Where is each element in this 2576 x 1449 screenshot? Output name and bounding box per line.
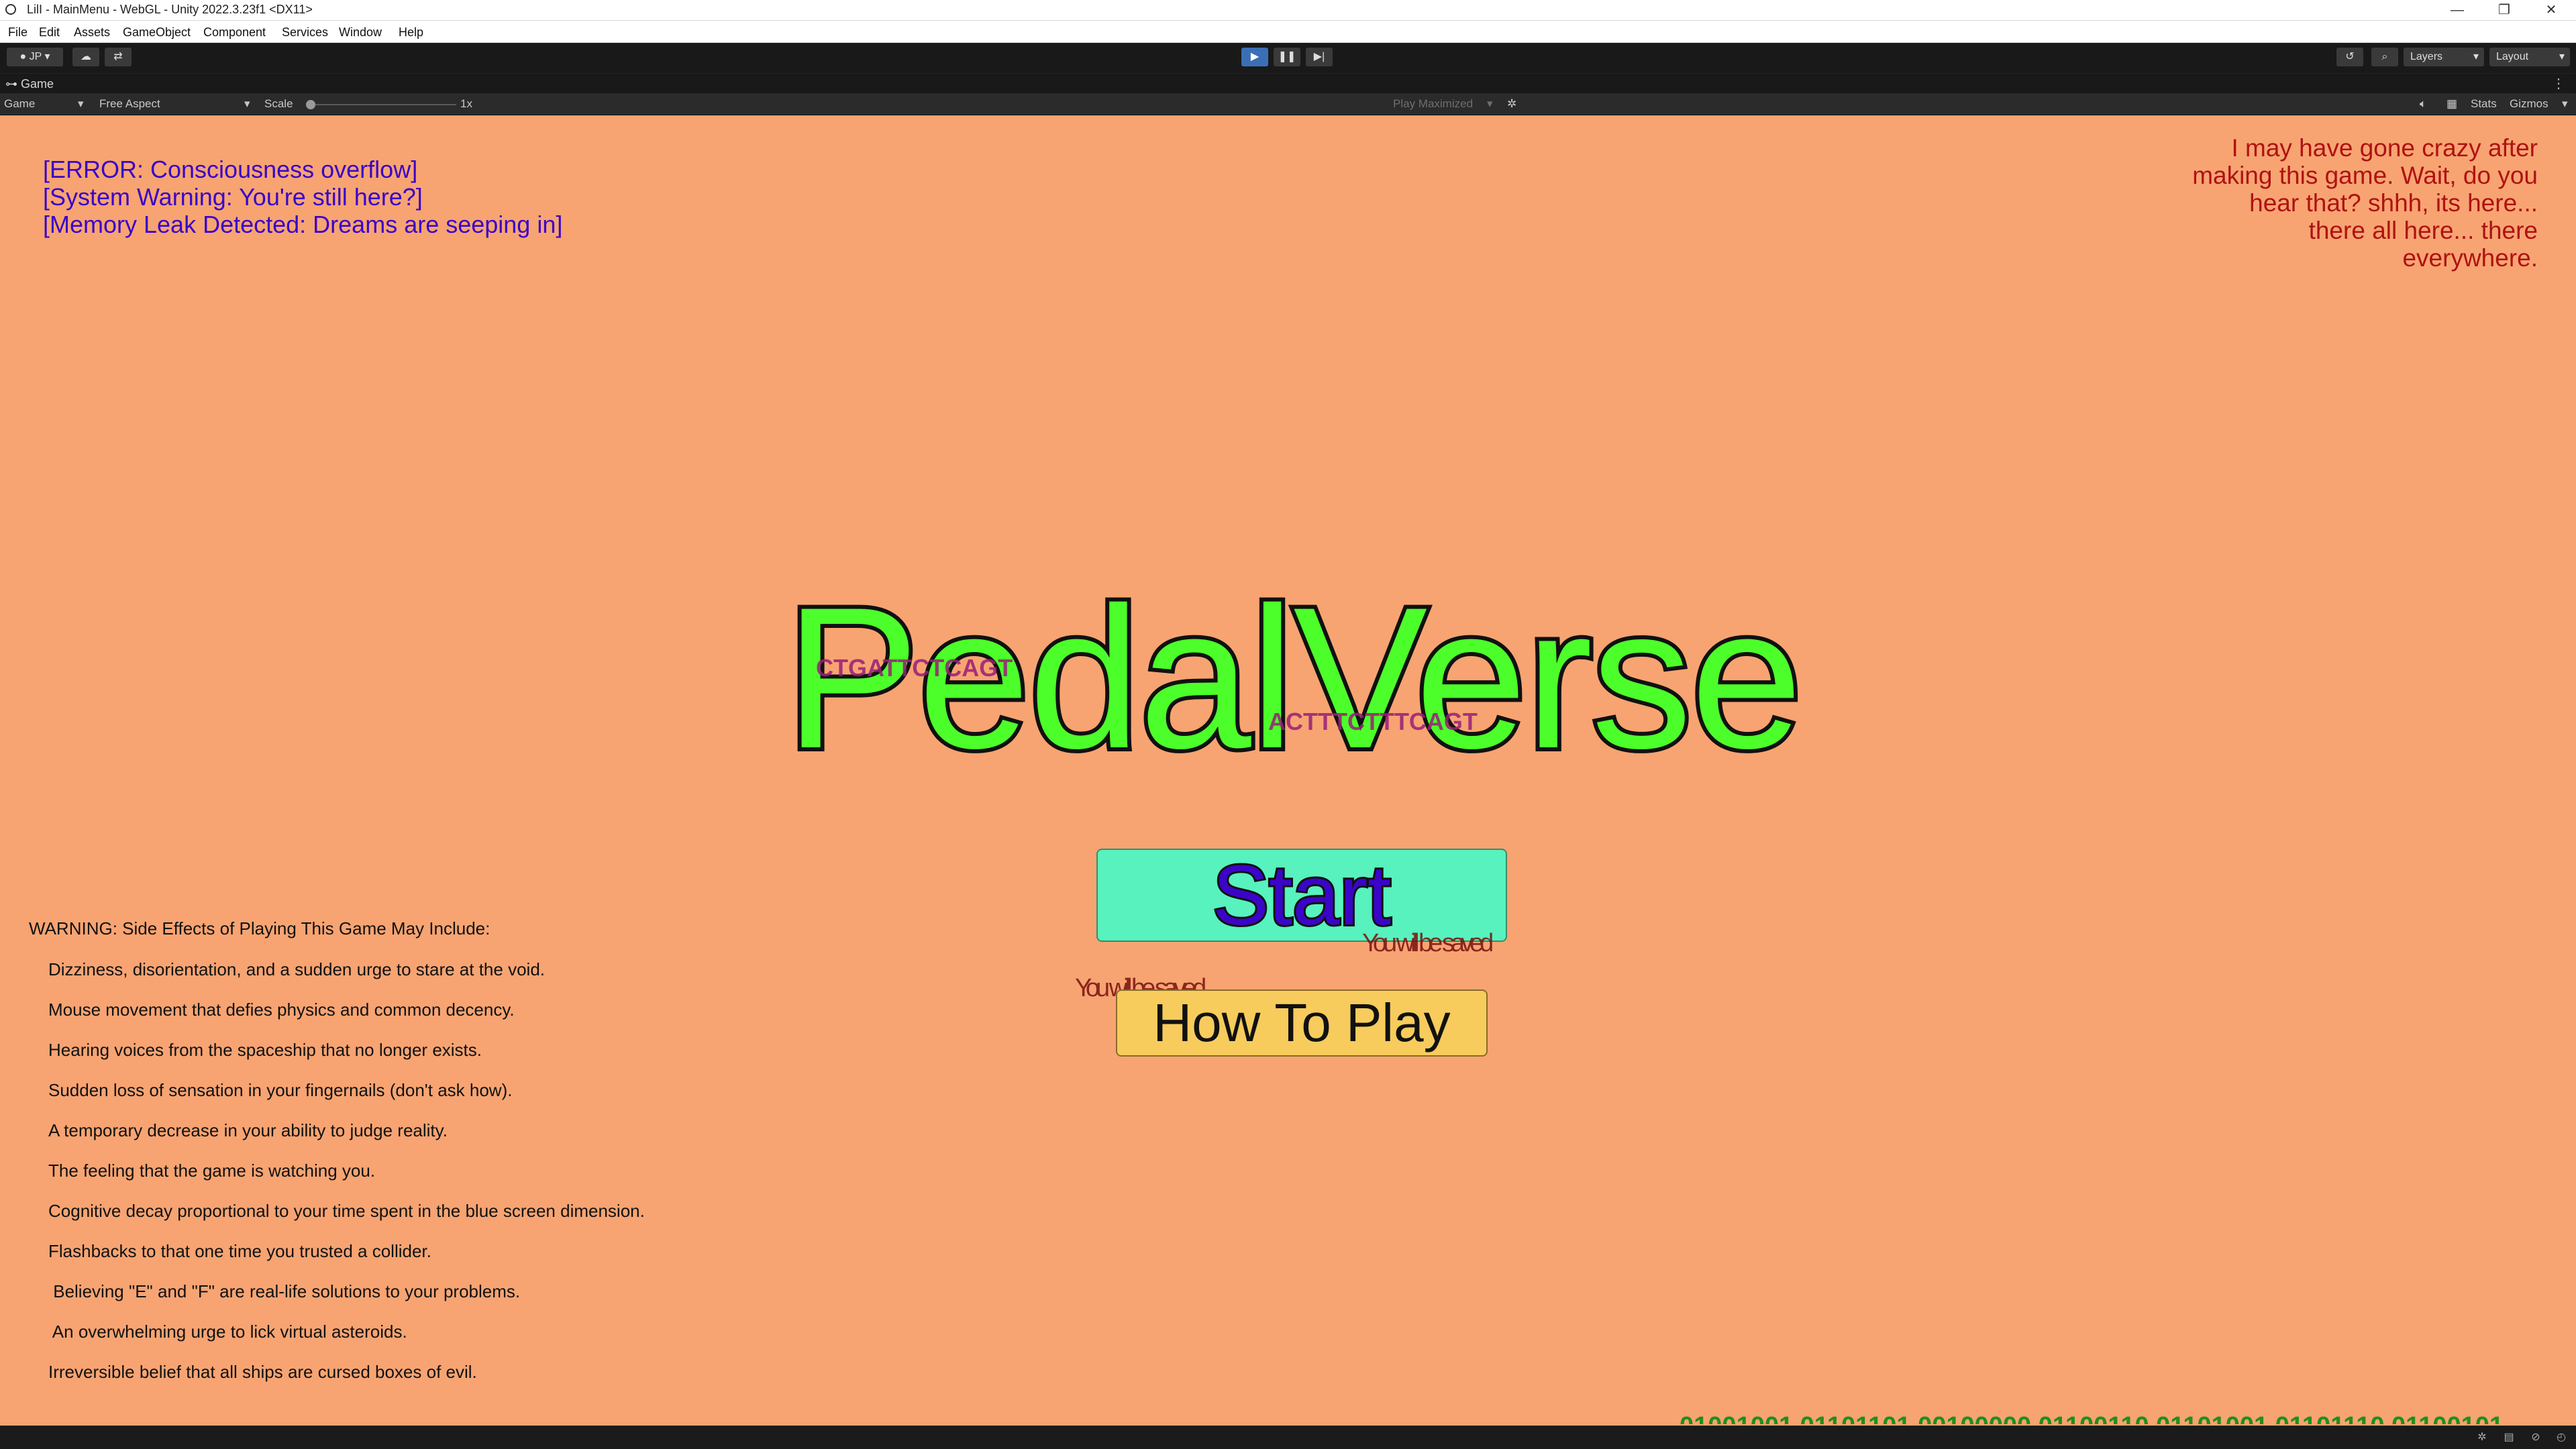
scale-label: Scale <box>264 97 293 110</box>
menu-services[interactable]: Services <box>282 25 328 40</box>
minimize-button[interactable]: — <box>2434 0 2481 20</box>
chevron-down-icon: ▾ <box>2562 97 2568 110</box>
warning-item: An overwhelming urge to lick virtual ast… <box>48 1322 407 1342</box>
menu-component[interactable]: Component <box>203 25 266 40</box>
chevron-down-icon: ▾ <box>1487 97 1493 110</box>
layout-dropdown[interactable]: Layout ▾ <box>2489 48 2570 66</box>
pause-button[interactable]: ❚❚ <box>1274 48 1300 66</box>
warning-item: Irreversible belief that all ships are c… <box>48 1362 477 1382</box>
account-label: JP <box>29 51 42 62</box>
aspect-dropdown[interactable]: Free Aspect <box>99 97 160 111</box>
chevron-down-icon: ▾ <box>78 97 84 110</box>
cloud-icon[interactable]: ☁ <box>72 48 99 66</box>
binary-text: 01001001 01101101 00100000 01100110 0110… <box>1680 1412 2504 1424</box>
how-to-play-button[interactable]: How To Play <box>1116 989 1488 1057</box>
play-button[interactable]: ▶ <box>1241 48 1268 66</box>
debug-icon[interactable]: ✲ <box>2476 1432 2488 1444</box>
dna-sequence-text: CTGATTCTCAGT <box>816 654 1013 682</box>
layout-label: Layout <box>2496 51 2529 62</box>
menu-edit[interactable]: Edit <box>39 25 60 40</box>
gamepad-icon: ⊶ <box>5 77 17 91</box>
account-button[interactable]: ● JP ▾ <box>7 48 63 66</box>
warning-item: Mouse movement that defies physics and c… <box>48 1000 515 1020</box>
memory-leak-message: [Memory Leak Detected: Dreams are seepin… <box>43 211 563 238</box>
chevron-down-icon: ▾ <box>2559 51 2565 62</box>
main-toolbar: ● JP ▾ ☁ ⇄ ▶ ❚❚ ▶| ↺ ⌕ Layers ▾ Layout ▾ <box>0 43 2576 73</box>
mute-audio-icon[interactable]: 🔈︎ <box>2420 97 2426 111</box>
warning-item: The feeling that the game is watching yo… <box>48 1161 376 1181</box>
tab-bar: ⊶ Game ⋮ <box>0 73 2576 94</box>
scale-slider-track[interactable] <box>309 104 456 105</box>
menu-help[interactable]: Help <box>399 25 423 40</box>
warning-item: Believing "E" and "F" are real-life solu… <box>48 1281 521 1301</box>
chevron-down-icon: ▾ <box>2473 51 2479 62</box>
status-bar: ✲ ▤ ⊘ ◴ <box>0 1426 2576 1449</box>
gizmos-button[interactable]: Gizmos <box>2510 97 2548 111</box>
menu-assets[interactable]: Assets <box>74 25 110 40</box>
start-button-label: Start <box>1210 848 1393 943</box>
warning-item: Flashbacks to that one time you trusted … <box>48 1241 431 1261</box>
play-mode-dropdown[interactable]: Play Maximized <box>1393 97 1473 111</box>
start-button[interactable]: Start <box>1096 848 1507 943</box>
grid-icon[interactable]: ▦ <box>2446 97 2457 111</box>
scale-value: 1x <box>460 97 472 110</box>
chevron-down-icon: ▾ <box>244 97 250 110</box>
system-warning-message: [System Warning: You're still here?] <box>43 183 423 211</box>
warning-item: Sudden loss of sensation in your fingern… <box>48 1080 513 1100</box>
tab-game[interactable]: ⊶ Game <box>5 77 54 91</box>
crazy-text: I may have gone crazy after making this … <box>2192 134 2538 272</box>
scale-slider-handle[interactable] <box>306 100 315 109</box>
window-title-bar: LilI - MainMenu - WebGL - Unity 2022.3.2… <box>0 0 2576 21</box>
cache-icon[interactable]: ⊘ <box>2530 1432 2542 1444</box>
error-message: [ERROR: Consciousness overflow] <box>43 156 418 183</box>
history-icon[interactable]: ↺ <box>2336 48 2363 66</box>
build-icon[interactable]: ▤ <box>2503 1432 2515 1444</box>
warning-item: Hearing voices from the spaceship that n… <box>48 1040 482 1060</box>
warning-item: A temporary decrease in your ability to … <box>48 1120 448 1140</box>
collab-icon[interactable]: ⇄ <box>105 48 132 66</box>
layers-label: Layers <box>2410 51 2443 62</box>
menu-gameobject[interactable]: GameObject <box>123 25 191 40</box>
glitch-text: You will be saved <box>1362 929 1494 957</box>
progress-icon[interactable]: ◴ <box>2555 1432 2567 1444</box>
warning-item: Cognitive decay proportional to your tim… <box>48 1201 645 1221</box>
warning-title: WARNING: Side Effects of Playing This Ga… <box>29 918 491 938</box>
tab-game-label: Game <box>21 77 54 91</box>
unity-logo-icon <box>5 4 16 15</box>
menu-file[interactable]: File <box>8 25 28 40</box>
search-icon[interactable]: ⌕ <box>2371 48 2398 66</box>
step-button[interactable]: ▶| <box>1306 48 1333 66</box>
dna-sequence-text: ACTTTCTTTCAGT <box>1268 708 1478 735</box>
bug-icon[interactable]: ✲ <box>1507 97 1516 111</box>
menu-bar: File Edit Assets GameObject Component Se… <box>0 21 2576 43</box>
window-title: LilI - MainMenu - WebGL - Unity 2022.3.2… <box>27 3 313 16</box>
restore-button[interactable]: ❐ <box>2481 0 2528 20</box>
account-icon: ● <box>19 51 27 62</box>
warning-item: Dizziness, disorientation, and a sudden … <box>48 959 545 979</box>
close-button[interactable]: ✕ <box>2528 0 2575 20</box>
stats-button[interactable]: Stats <box>2471 97 2497 111</box>
how-to-play-button-label: How To Play <box>1153 993 1451 1053</box>
game-view-toolbar: Game ▾ Free Aspect ▾ Scale 1x Play Maxim… <box>0 93 2576 115</box>
menu-window[interactable]: Window <box>339 25 382 40</box>
display-dropdown[interactable]: Game <box>4 97 35 111</box>
layers-dropdown[interactable]: Layers ▾ <box>2404 48 2484 66</box>
more-options-icon[interactable]: ⋮ <box>2552 75 2565 92</box>
